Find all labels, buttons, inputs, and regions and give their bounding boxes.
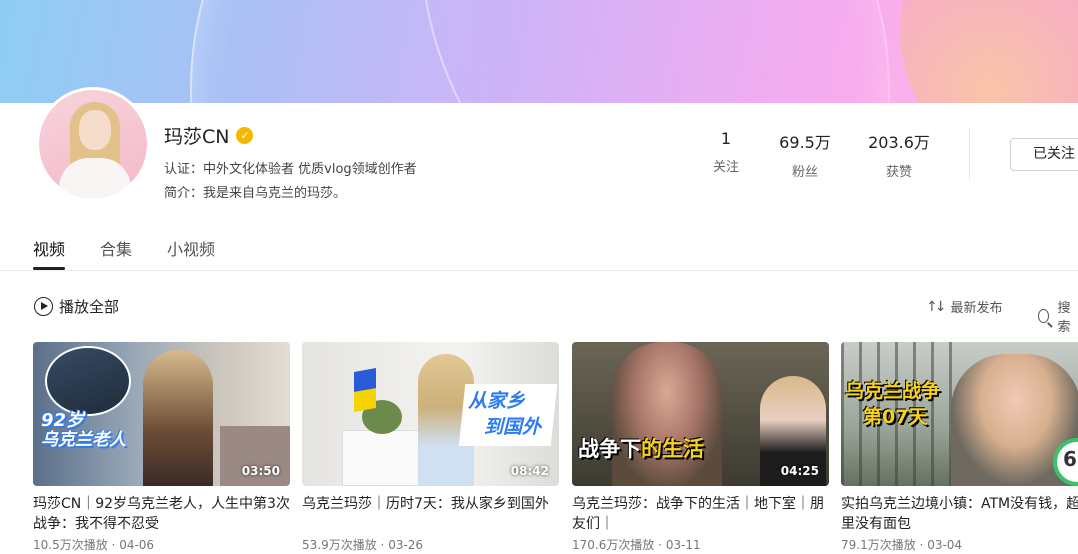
video-plays: 53.9万次播放	[302, 538, 377, 552]
thumbnail-caption: 第07天	[863, 406, 928, 428]
video-card[interactable]: 92岁 乌克兰老人 03:50 玛莎CN｜92岁乌克兰老人，人生中第3次战争：我…	[33, 342, 290, 553]
video-plays: 79.1万次播放	[841, 538, 916, 552]
video-date: 04-06	[119, 538, 155, 552]
video-thumbnail[interactable]: 从家乡 到国外 08:42	[302, 342, 559, 486]
play-all-label: 播放全部	[59, 298, 120, 316]
thumbnail-caption: 乌克兰战争	[845, 380, 941, 402]
profile-banner	[0, 0, 1078, 103]
stat-value: 1	[720, 129, 732, 148]
stats-divider	[969, 128, 970, 180]
profile-name-text: 玛莎CN	[164, 126, 230, 148]
content-tabs: 视频 合集 小视频	[33, 236, 250, 270]
profile-name: 玛莎CN ✓	[164, 122, 254, 149]
video-meta: 170.6万次播放 · 03-11	[572, 538, 701, 552]
caption-part: 战争下	[578, 437, 641, 461]
follow-button[interactable]: 已关注	[1010, 138, 1078, 171]
tab-short-videos[interactable]: 小视频	[167, 236, 215, 270]
video-thumbnail[interactable]: 战争下的生活 04:25	[572, 342, 829, 486]
search-icon	[1038, 309, 1050, 323]
badge-value: 68	[1063, 447, 1078, 471]
tab-videos[interactable]: 视频	[33, 236, 66, 270]
tab-collections[interactable]: 合集	[100, 236, 132, 270]
thumbnail-caption: 92岁	[41, 410, 85, 431]
tab-divider	[0, 270, 1078, 271]
video-thumbnail[interactable]: 乌克兰战争 第07天 68 ↓ 0K	[841, 342, 1078, 486]
stat-label: 获赞	[885, 165, 912, 180]
intro-text: 简介：我是来自乌克兰的玛莎。	[164, 186, 347, 201]
video-card[interactable]: 乌克兰战争 第07天 68 ↓ 0K 实拍乌克兰边境小镇：ATM没有钱，超市里没…	[841, 342, 1078, 553]
video-thumbnail[interactable]: 92岁 乌克兰老人 03:50	[33, 342, 290, 486]
video-date: 03-04	[927, 538, 963, 552]
stat-label: 关注	[712, 160, 739, 175]
video-duration: 08:42	[510, 464, 549, 478]
video-title[interactable]: 乌克兰玛莎：战争下的生活｜地下室｜朋友们｜	[572, 494, 829, 534]
certification-text: 认证：中外文化体验者 优质vlog领域创作者	[164, 162, 417, 177]
stat-value: 69.5万	[779, 133, 831, 152]
video-date: 03-11	[665, 538, 701, 552]
stat-fans[interactable]: 69.5万 粉丝	[765, 129, 845, 180]
video-duration: 04:25	[780, 464, 819, 478]
stat-label: 粉丝	[791, 165, 818, 180]
thumbnail-caption: 战争下的生活	[578, 438, 704, 460]
stat-value: 203.6万	[868, 133, 930, 152]
video-plays: 170.6万次播放	[572, 538, 655, 552]
caption-part: 的生活	[641, 437, 704, 461]
video-duration: 03:50	[241, 464, 280, 478]
stat-likes[interactable]: 203.6万 获赞	[859, 129, 939, 180]
verified-badge-icon: ✓	[236, 127, 254, 144]
video-meta: 53.9万次播放 · 03-26	[302, 538, 424, 552]
search-label: 搜索	[1057, 301, 1071, 335]
video-meta: 10.5万次播放 · 04-06	[33, 538, 155, 552]
video-card[interactable]: 战争下的生活 04:25 乌克兰玛莎：战争下的生活｜地下室｜朋友们｜ 170.6…	[572, 342, 829, 553]
video-card[interactable]: 从家乡 到国外 08:42 乌克兰玛莎｜历时7天：我从家乡到国外 53.9万次播…	[302, 342, 559, 553]
stat-following[interactable]: 1 关注	[686, 129, 766, 175]
thumbnail-inset-photo	[45, 346, 131, 416]
sort-button[interactable]: ↑↓ 最新发布	[926, 297, 1003, 317]
sort-icon: ↑↓	[926, 298, 947, 315]
avatar[interactable]	[36, 87, 150, 201]
ukraine-flag-icon	[354, 368, 376, 412]
video-plays: 10.5万次播放	[33, 538, 108, 552]
video-title[interactable]: 实拍乌克兰边境小镇：ATM没有钱，超市里没有面包	[841, 494, 1078, 534]
banner-decoration	[900, 0, 1078, 103]
video-date: 03-26	[388, 538, 424, 552]
sort-label: 最新发布	[950, 301, 1003, 316]
thumbnail-caption: 到国外	[484, 416, 542, 438]
search-button[interactable]: 搜索	[1038, 297, 1078, 335]
thumbnail-caption: 乌克兰老人	[41, 430, 126, 450]
play-circle-icon	[34, 297, 53, 316]
play-all-button[interactable]: 播放全部	[34, 296, 119, 317]
video-meta: 79.1万次播放 · 03-04	[841, 538, 963, 552]
video-title[interactable]: 玛莎CN｜92岁乌克兰老人，人生中第3次战争：我不得不忍受	[33, 494, 290, 534]
thumbnail-caption: 从家乡	[468, 390, 526, 412]
video-title[interactable]: 乌克兰玛莎｜历时7天：我从家乡到国外	[302, 494, 559, 534]
